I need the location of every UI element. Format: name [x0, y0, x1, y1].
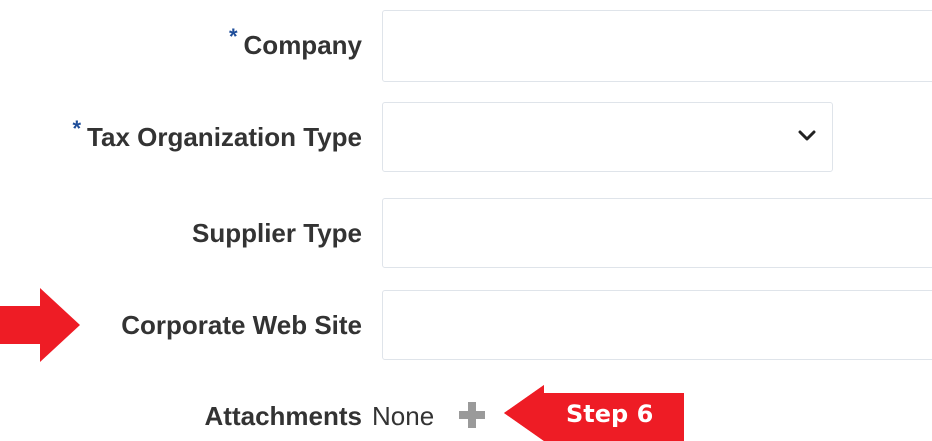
required-marker: *	[228, 24, 238, 49]
attachments-row: Attachments None	[0, 393, 932, 441]
arrow-right-icon	[0, 288, 80, 362]
company-label-text: Company	[243, 30, 362, 60]
supplier-type-label: Supplier Type	[192, 218, 362, 248]
chevron-down-icon[interactable]	[798, 129, 816, 143]
corporate-web-site-label-text: Corporate Web Site	[121, 310, 362, 340]
attachments-value: None	[372, 401, 435, 431]
corporate-web-site-label: Corporate Web Site	[121, 310, 362, 340]
supplier-type-input[interactable]	[382, 198, 932, 268]
company-input[interactable]	[382, 10, 932, 82]
attachments-label: Attachments	[204, 401, 362, 431]
company-label: * Company	[229, 24, 362, 62]
tax-organization-type-label-text: Tax Organization Type	[87, 122, 362, 152]
required-marker: *	[72, 116, 82, 141]
tax-organization-type-select[interactable]	[382, 102, 833, 172]
step-callout-text: Step 6	[566, 400, 654, 428]
corporate-web-site-input[interactable]	[382, 290, 932, 360]
tax-organization-type-label: * Tax Organization Type	[72, 116, 362, 154]
plus-icon[interactable]	[459, 402, 485, 428]
supplier-type-label-text: Supplier Type	[192, 218, 362, 248]
